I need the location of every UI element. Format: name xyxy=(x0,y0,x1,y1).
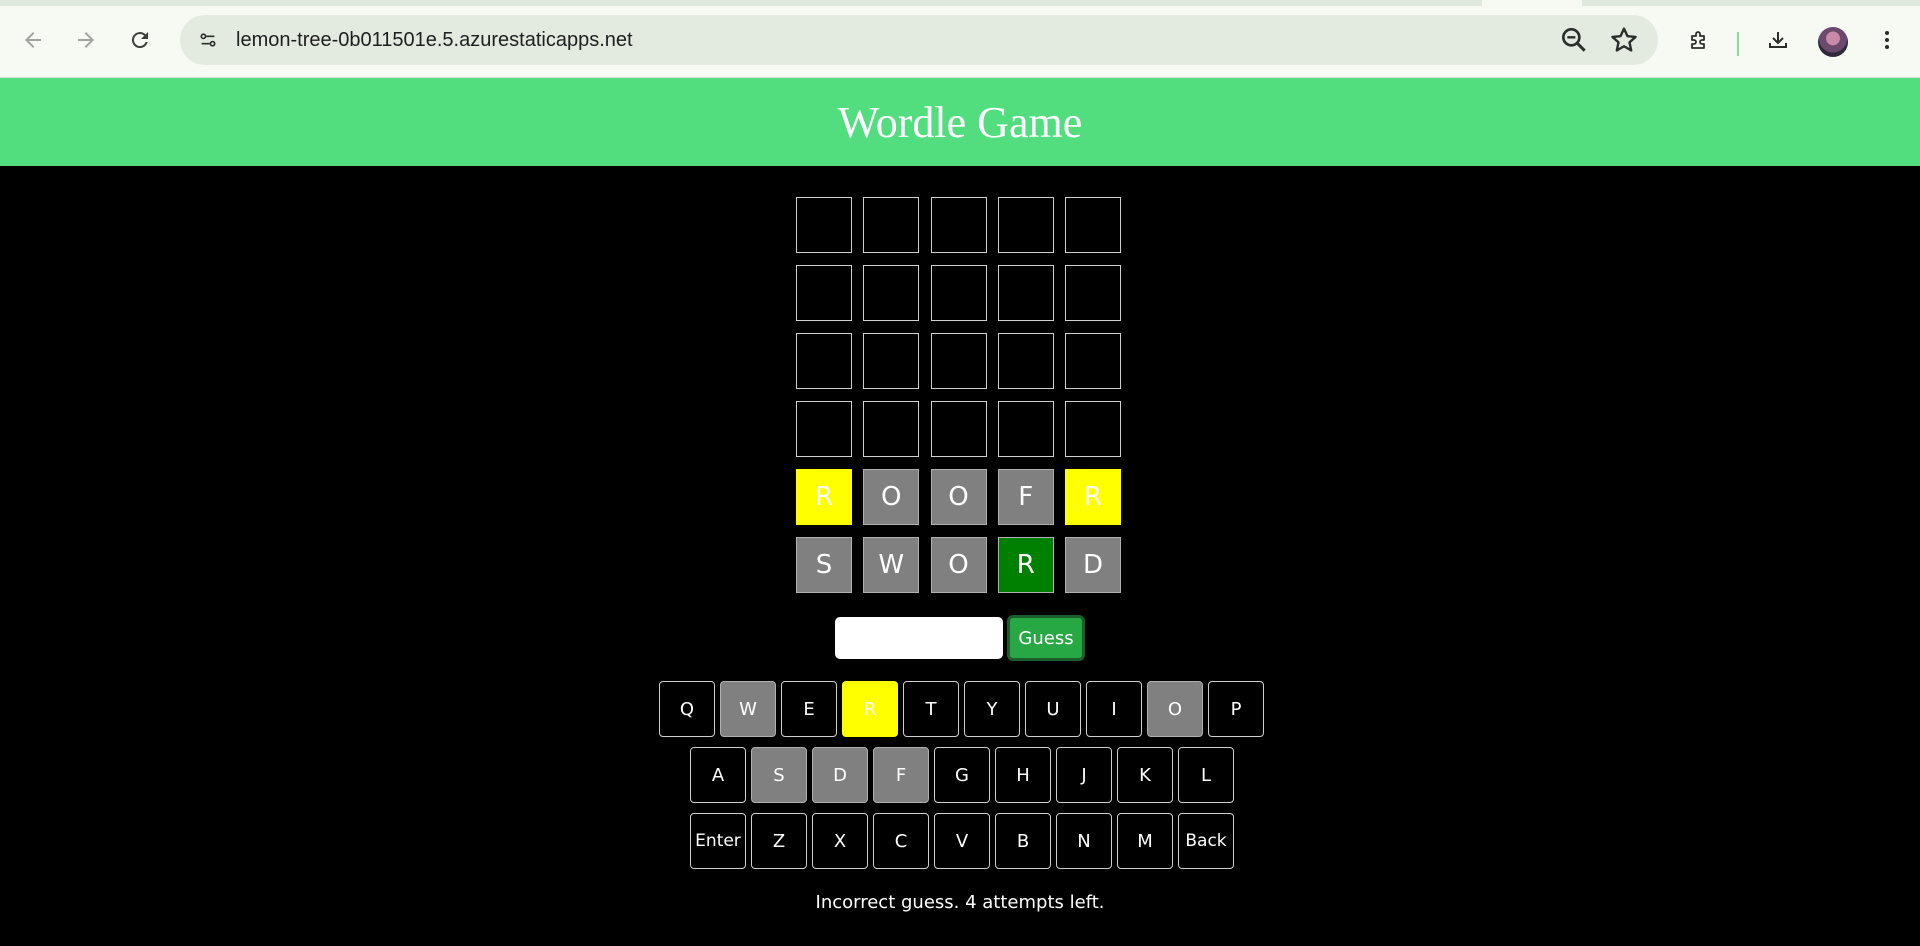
board-tile xyxy=(796,197,852,253)
key-l[interactable]: L xyxy=(1178,747,1234,803)
board-tile: W xyxy=(863,537,920,593)
key-y[interactable]: Y xyxy=(964,681,1020,737)
key-a[interactable]: A xyxy=(690,747,746,803)
board-tile: R xyxy=(997,537,1054,593)
toolbar-divider xyxy=(1737,32,1739,56)
keyboard-row: Enter Z X C V B N M Back xyxy=(690,813,1239,869)
board-row: ROOFR xyxy=(796,469,1125,525)
key-i[interactable]: I xyxy=(1086,681,1142,737)
board-tile xyxy=(930,401,987,457)
board-tile xyxy=(1065,401,1121,457)
guess-form: Guess xyxy=(835,615,1085,661)
key-m[interactable]: M xyxy=(1117,813,1173,869)
reload-icon[interactable] xyxy=(124,24,156,56)
url-text[interactable]: lemon-tree-0b011501e.5.azurestaticapps.n… xyxy=(236,15,633,65)
key-o[interactable]: O xyxy=(1147,681,1203,737)
board-tile xyxy=(796,265,852,321)
board-tile xyxy=(796,333,852,389)
key-z[interactable]: Z xyxy=(751,813,807,869)
bookmark-star-icon[interactable] xyxy=(1608,24,1640,56)
key-v[interactable]: V xyxy=(934,813,990,869)
key-back[interactable]: Back xyxy=(1178,813,1234,869)
board-tile xyxy=(1065,265,1121,321)
zoom-icon[interactable] xyxy=(1558,24,1590,56)
board-tile: S xyxy=(796,537,852,593)
status-message: Incorrect guess. 4 attempts left. xyxy=(815,892,1105,913)
key-b[interactable]: B xyxy=(995,813,1051,869)
board-tile xyxy=(796,401,852,457)
key-g[interactable]: G xyxy=(934,747,990,803)
board-tile xyxy=(1065,333,1121,389)
board-tile xyxy=(930,265,987,321)
profile-avatar[interactable] xyxy=(1818,27,1848,57)
board-tile: R xyxy=(796,469,852,525)
key-x[interactable]: X xyxy=(812,813,868,869)
board-row xyxy=(796,333,1125,389)
board-tile xyxy=(997,401,1054,457)
key-k[interactable]: K xyxy=(1117,747,1173,803)
keyboard-row: ASDFGHJKL xyxy=(690,747,1239,803)
key-d[interactable]: D xyxy=(812,747,868,803)
forward-arrow-icon[interactable] xyxy=(70,24,102,56)
browser-toolbar: lemon-tree-0b011501e.5.azurestaticapps.n… xyxy=(0,6,1920,78)
key-n[interactable]: N xyxy=(1056,813,1112,869)
board-tile xyxy=(863,265,920,321)
address-bar[interactable]: lemon-tree-0b011501e.5.azurestaticapps.n… xyxy=(180,15,1658,65)
board-tile xyxy=(997,265,1054,321)
key-c[interactable]: C xyxy=(873,813,929,869)
key-u[interactable]: U xyxy=(1025,681,1081,737)
guess-input[interactable] xyxy=(835,617,1003,659)
downloads-icon[interactable] xyxy=(1762,24,1794,56)
board-row: SWORD xyxy=(796,537,1125,593)
key-f[interactable]: F xyxy=(873,747,929,803)
key-q[interactable]: Q xyxy=(659,681,715,737)
board-tile xyxy=(863,333,920,389)
board-tile xyxy=(997,197,1054,253)
board-tile: D xyxy=(1065,537,1121,593)
key-p[interactable]: P xyxy=(1208,681,1264,737)
board-row xyxy=(796,401,1125,457)
page-title: Wordle Game xyxy=(837,97,1083,147)
key-j[interactable]: J xyxy=(1056,747,1112,803)
board-tile: R xyxy=(1065,469,1121,525)
board-row xyxy=(796,265,1125,321)
board-row xyxy=(796,197,1125,253)
site-info-icon[interactable] xyxy=(192,24,224,56)
keyboard-row: QWERTYUIOP xyxy=(659,681,1269,737)
board-tile: F xyxy=(997,469,1054,525)
key-r[interactable]: R xyxy=(842,681,898,737)
board-tile xyxy=(997,333,1054,389)
board-tile xyxy=(930,197,987,253)
board-tile: O xyxy=(930,537,987,593)
browser-chrome: lemon-tree-0b011501e.5.azurestaticapps.n… xyxy=(0,0,1920,78)
more-menu-icon[interactable] xyxy=(1871,24,1903,56)
key-t[interactable]: T xyxy=(903,681,959,737)
key-w[interactable]: W xyxy=(720,681,776,737)
board-tile xyxy=(863,401,920,457)
board-tile: O xyxy=(930,469,987,525)
guess-button[interactable]: Guess xyxy=(1007,615,1085,661)
board-tile xyxy=(1065,197,1121,253)
key-e[interactable]: E xyxy=(781,681,837,737)
page-header: Wordle Game xyxy=(0,78,1920,166)
board-tile xyxy=(863,197,920,253)
key-h[interactable]: H xyxy=(995,747,1051,803)
extensions-icon[interactable] xyxy=(1683,24,1715,56)
key-s[interactable]: S xyxy=(751,747,807,803)
key-enter[interactable]: Enter xyxy=(690,813,746,869)
board-tile: O xyxy=(863,469,920,525)
game-board: ROOFRSWORD xyxy=(796,197,1125,605)
board-tile xyxy=(930,333,987,389)
back-arrow-icon[interactable] xyxy=(17,24,49,56)
